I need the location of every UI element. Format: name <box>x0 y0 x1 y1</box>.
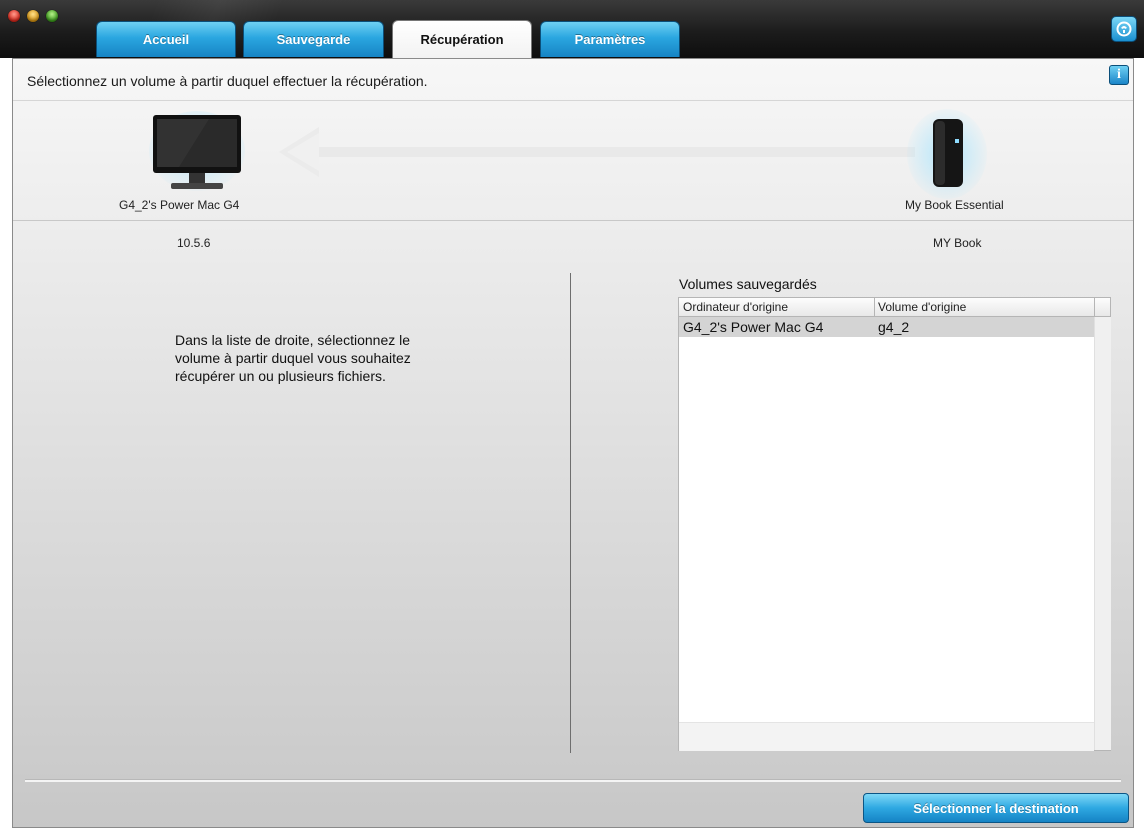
minimize-window-button[interactable] <box>27 10 39 22</box>
table-header: Ordinateur d'origine Volume d'origine <box>679 298 1110 317</box>
destination-drive-name: My Book Essential <box>905 198 1004 212</box>
wd-logo-icon <box>1116 21 1132 37</box>
column-header-volume[interactable]: Volume d'origine <box>878 300 966 314</box>
destination-volume-name: MY Book <box>933 236 982 250</box>
device-divider <box>13 220 1133 221</box>
info-icon[interactable]: i <box>1109 65 1129 85</box>
title-bar: Accueil Sauvegarde Récupération Paramètr… <box>0 0 1144 58</box>
volumes-table[interactable]: Ordinateur d'origine Volume d'origine G4… <box>678 297 1111 751</box>
volumes-title: Volumes sauvegardés <box>679 276 817 292</box>
table-row[interactable]: G4_2's Power Mac G4 g4_2 <box>679 317 1094 337</box>
tab-parametres[interactable]: Paramètres <box>540 21 680 57</box>
source-os-version: 10.5.6 <box>177 236 211 250</box>
row-computer: G4_2's Power Mac G4 <box>683 319 824 335</box>
header-divider <box>13 100 1133 101</box>
vertical-divider <box>570 273 571 753</box>
row-volume: g4_2 <box>878 319 910 335</box>
transfer-arrow-icon <box>279 127 915 177</box>
computer-monitor-icon <box>149 111 245 191</box>
main-panel: Sélectionnez un volume à partir duquel e… <box>12 58 1134 828</box>
close-window-button[interactable] <box>8 10 20 22</box>
page-instruction: Sélectionnez un volume à partir duquel e… <box>27 73 428 89</box>
vertical-scrollbar[interactable] <box>1094 317 1111 750</box>
column-separator <box>1094 298 1095 316</box>
external-drive-icon <box>907 109 987 199</box>
zoom-window-button[interactable] <box>46 10 58 22</box>
column-header-computer[interactable]: Ordinateur d'origine <box>683 300 788 314</box>
tab-sauvegarde[interactable]: Sauvegarde <box>243 21 384 57</box>
footer-divider <box>25 779 1121 782</box>
tab-accueil[interactable]: Accueil <box>96 21 236 57</box>
instruction-hint: Dans la liste de droite, sélectionnez le… <box>175 332 411 384</box>
tab-recuperation[interactable]: Récupération <box>392 20 532 58</box>
source-computer-name: G4_2's Power Mac G4 <box>119 198 240 212</box>
column-separator <box>874 298 875 316</box>
wd-help-button[interactable] <box>1111 16 1137 42</box>
select-destination-button[interactable]: Sélectionner la destination <box>863 793 1129 823</box>
app-window: Accueil Sauvegarde Récupération Paramètr… <box>0 0 1144 834</box>
horizontal-scrollbar[interactable] <box>679 722 1094 751</box>
